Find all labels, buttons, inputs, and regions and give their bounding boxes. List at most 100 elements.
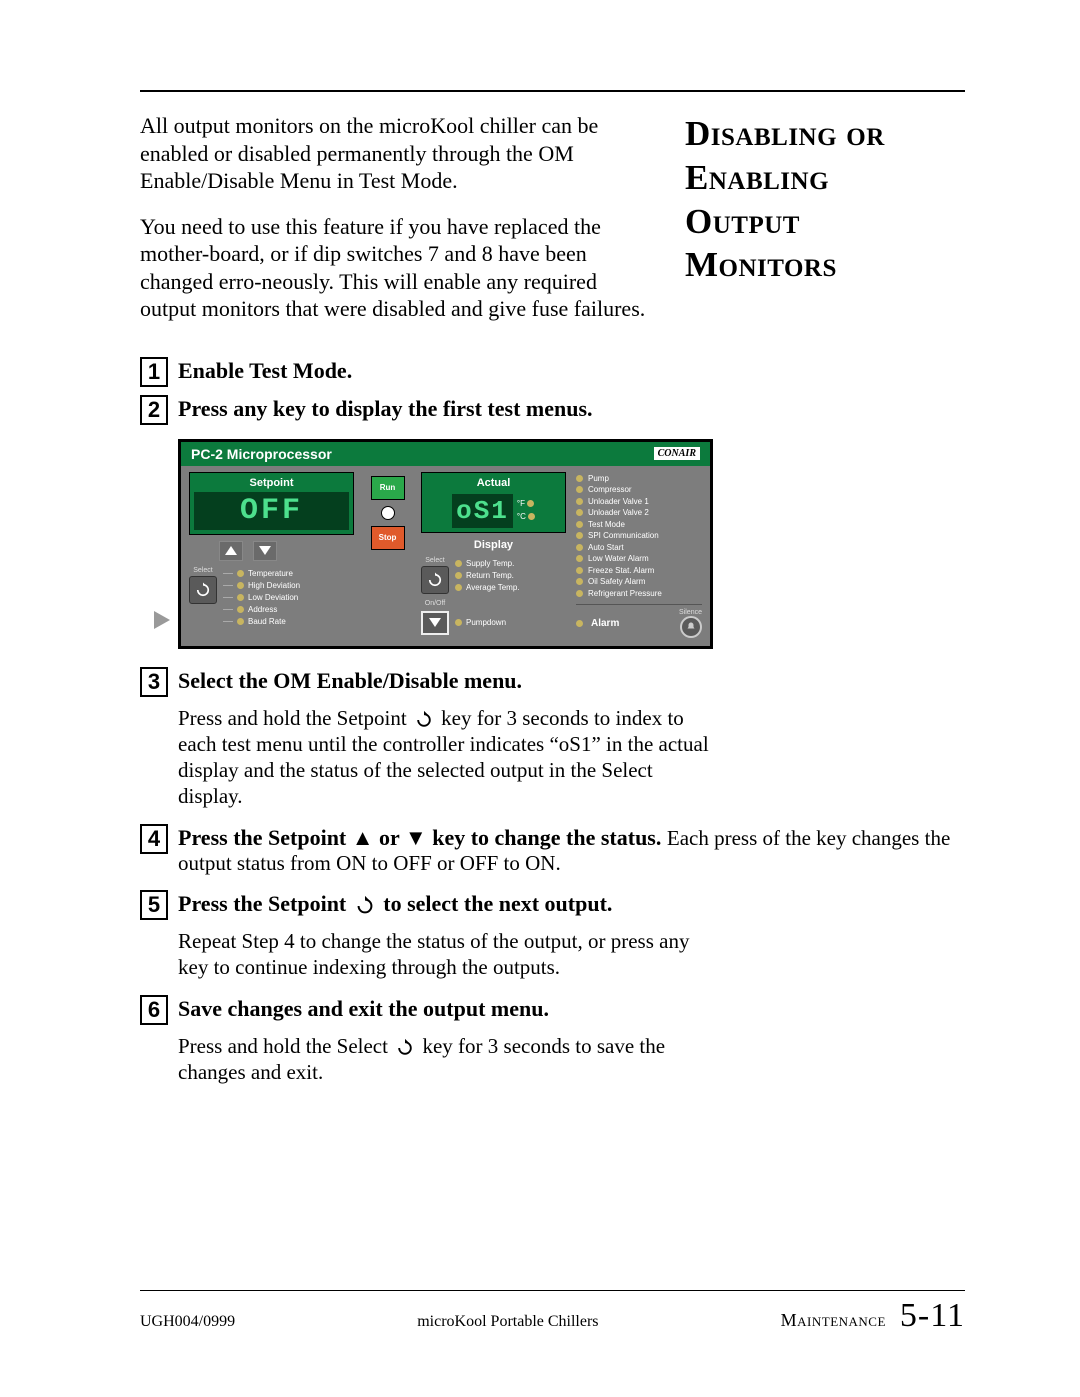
step-4: 4 Press the Setpoint ▲ or ▼ key to chang… xyxy=(140,824,965,877)
step-5-title: Press the Setpoint to select the next ou… xyxy=(178,890,612,918)
step-6: 6 Save changes and exit the output menu. xyxy=(140,995,965,1025)
cycle-icon xyxy=(194,581,212,599)
footer-section: Maintenance xyxy=(781,1310,886,1330)
list-item: Test Mode xyxy=(576,520,702,529)
steps-list: 1 Enable Test Mode. 2 Press any key to d… xyxy=(140,357,965,1086)
step-num-5: 5 xyxy=(140,890,168,920)
display-select-button[interactable] xyxy=(421,566,449,594)
bell-slash-icon xyxy=(685,621,697,633)
list-item: Average Temp. xyxy=(455,583,520,592)
onoff-button[interactable] xyxy=(421,611,449,635)
setpoint-select-button[interactable] xyxy=(189,576,217,604)
silence-label: Silence xyxy=(679,609,702,616)
list-item: High Deviation xyxy=(223,581,300,590)
brand-logo: CONAIR xyxy=(654,447,700,460)
list-item: Refrigerant Pressure xyxy=(576,589,702,598)
pumpdown-label: Pumpdown xyxy=(466,618,506,627)
display-label: Display xyxy=(421,539,566,551)
step-2-title: Press any key to display the first test … xyxy=(178,395,593,423)
step-num-3: 3 xyxy=(140,667,168,697)
step-1: 1 Enable Test Mode. xyxy=(140,357,965,387)
cycle-icon xyxy=(414,710,434,730)
step-num-1: 1 xyxy=(140,357,168,387)
step-num-2: 2 xyxy=(140,395,168,425)
cycle-icon xyxy=(354,895,376,917)
step-2: 2 Press any key to display the first tes… xyxy=(140,395,965,425)
step-5: 5 Press the Setpoint to select the next … xyxy=(140,890,965,920)
setpoint-select-section: Select Temperature High Deviation Low De… xyxy=(189,567,354,626)
cycle-icon xyxy=(426,571,444,589)
panel-title: PC-2 Microprocessor xyxy=(191,446,332,462)
footer-center: microKool Portable Chillers xyxy=(417,1313,598,1331)
step-num-6: 6 xyxy=(140,995,168,1025)
left-column: All output monitors on the microKool chi… xyxy=(140,112,655,341)
title-line-2: Enabling xyxy=(685,158,829,197)
intro-para-2: You need to use this feature if you have… xyxy=(140,213,655,323)
list-item: Oil Safety Alarm xyxy=(576,577,702,586)
step-6-body: Press and hold the Select key for 3 seco… xyxy=(178,1033,718,1086)
cycle-icon xyxy=(395,1038,415,1058)
list-item: SPI Communication xyxy=(576,531,702,540)
list-item: Low Deviation xyxy=(223,593,300,602)
onoff-label: On/Off xyxy=(425,600,446,607)
setpoint-display: Setpoint OFF xyxy=(189,472,354,535)
run-button[interactable]: Run xyxy=(371,476,405,500)
display-select-label: Select xyxy=(425,557,444,564)
footer-page: 5-11 xyxy=(900,1297,965,1334)
setpoint-select-label: Select xyxy=(193,567,212,574)
display-item-list: Supply Temp. Return Temp. Average Temp. xyxy=(455,559,520,594)
deg-c-label: °C xyxy=(517,512,526,521)
right-column: Disabling or Enabling Output Monitors xyxy=(685,112,965,341)
setpoint-down-button[interactable] xyxy=(253,541,277,561)
section-title: Disabling or Enabling Output Monitors xyxy=(685,112,965,287)
list-item: Low Water Alarm xyxy=(576,554,702,563)
stop-button[interactable]: Stop xyxy=(371,526,405,550)
panel-body: Setpoint OFF Select xyxy=(181,466,710,646)
actual-display: Actual oS1 °F °C xyxy=(421,472,566,533)
alarm-label: Alarm xyxy=(591,618,619,629)
status-led-list: Pump Compressor Unloader Valve 1 Unloade… xyxy=(576,472,702,598)
footer-left: UGH004/0999 xyxy=(140,1313,235,1331)
title-line-1: Disabling or xyxy=(685,114,885,153)
step-3-title: Select the OM Enable/Disable menu. xyxy=(178,667,522,695)
deg-f-label: °F xyxy=(517,499,525,508)
setpoint-section: Setpoint OFF Select xyxy=(189,472,354,638)
setpoint-label: Setpoint xyxy=(194,477,349,489)
title-line-4: Monitors xyxy=(685,245,837,284)
title-line-3: Output xyxy=(685,202,800,241)
step-num-4: 4 xyxy=(140,824,168,854)
step-3: 3 Select the OM Enable/Disable menu. xyxy=(140,667,965,697)
list-item: Supply Temp. xyxy=(455,559,520,568)
step-5-body: Repeat Step 4 to change the status of th… xyxy=(178,928,718,981)
setpoint-arrow-buttons xyxy=(189,541,354,561)
temp-unit-leds: °F °C xyxy=(517,499,535,521)
status-section: Pump Compressor Unloader Valve 1 Unloade… xyxy=(572,472,702,638)
step-1-title: Enable Test Mode. xyxy=(178,357,352,385)
indicator-button[interactable] xyxy=(381,506,395,520)
step-4-title: Press the Setpoint ▲ or ▼ key to change … xyxy=(178,825,667,850)
step-6-title: Save changes and exit the output menu. xyxy=(178,995,549,1023)
silence-button[interactable] xyxy=(680,616,702,638)
setpoint-up-button[interactable] xyxy=(219,541,243,561)
intro-para-1: All output monitors on the microKool chi… xyxy=(140,112,655,195)
alarm-row: Alarm Silence xyxy=(576,604,702,638)
list-item: Unloader Valve 1 xyxy=(576,497,702,506)
setpoint-lcd: OFF xyxy=(194,492,349,530)
list-item: Unloader Valve 2 xyxy=(576,508,702,517)
triangle-down-icon: ▼ xyxy=(405,825,427,850)
actual-label: Actual xyxy=(426,477,561,489)
list-item: Return Temp. xyxy=(455,571,520,580)
actual-lcd: oS1 xyxy=(452,494,513,528)
panel-header: PC-2 Microprocessor CONAIR xyxy=(181,442,710,466)
footer-right: Maintenance 5-11 xyxy=(781,1297,965,1335)
triangle-up-icon: ▲ xyxy=(352,825,374,850)
triangle-down-icon xyxy=(429,618,441,627)
triangle-down-icon xyxy=(259,546,271,555)
list-item: Auto Start xyxy=(576,543,702,552)
list-item: Address xyxy=(223,605,300,614)
run-stop-section: Run Stop xyxy=(360,472,415,638)
actual-section: Actual oS1 °F °C Display xyxy=(421,472,566,638)
step-3-body: Press and hold the Setpoint key for 3 se… xyxy=(178,705,718,810)
top-rule xyxy=(140,90,965,92)
page-footer: UGH004/0999 microKool Portable Chillers … xyxy=(140,1290,965,1335)
